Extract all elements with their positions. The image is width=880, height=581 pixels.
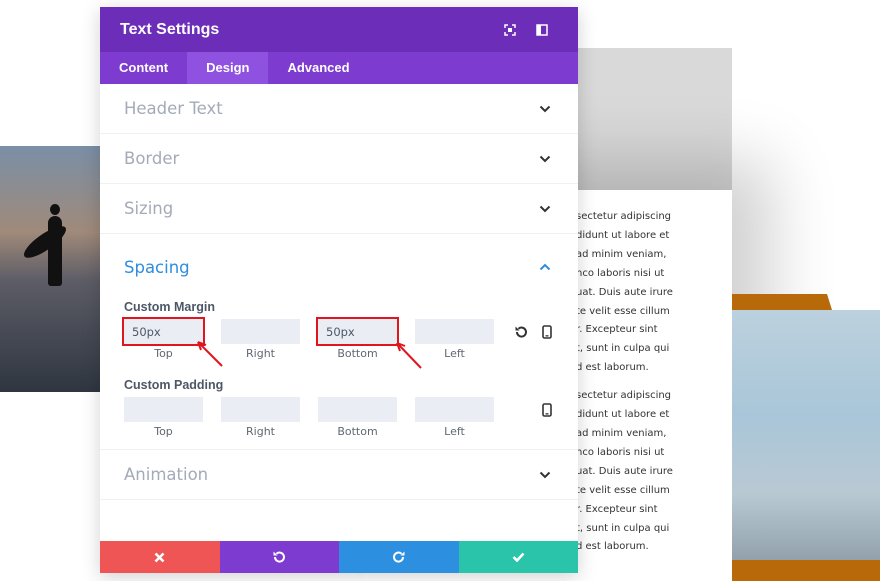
- undo-button[interactable]: [219, 541, 339, 573]
- chevron-down-icon: [536, 200, 554, 218]
- text-line: ad minim veniam,: [576, 248, 667, 260]
- padding-row-icons: [512, 397, 556, 422]
- tab-design[interactable]: Design: [187, 52, 269, 84]
- section-header-text[interactable]: Header Text: [100, 84, 578, 134]
- text-line: didunt ut labore et: [576, 229, 670, 241]
- text-line: uat. Duis aute irure: [576, 286, 673, 298]
- padding-bottom-input[interactable]: [318, 397, 397, 422]
- custom-margin-row: Top Right Bottom Left: [122, 317, 556, 360]
- text-settings-modal: Text Settings Content Design Advanced He…: [100, 7, 578, 573]
- field-label: Bottom: [337, 347, 378, 360]
- modal-title: Text Settings: [120, 20, 220, 38]
- section-title: Border: [124, 149, 180, 168]
- padding-right-input[interactable]: [221, 397, 300, 422]
- chevron-up-icon: [536, 258, 554, 276]
- field-label: Right: [246, 425, 275, 438]
- padding-top-field: Top: [124, 397, 203, 438]
- margin-right-input[interactable]: [221, 319, 300, 344]
- margin-left-field: Left: [415, 319, 494, 360]
- undo-icon: [273, 551, 286, 563]
- text-line: ad minim veniam,: [576, 427, 667, 439]
- close-icon: [154, 552, 165, 562]
- text-line: t, sunt in culpa qui: [576, 343, 670, 355]
- text-line: r. Excepteur sint: [576, 324, 658, 336]
- background-paragraph: sectetur adipiscing didunt ut labore et …: [576, 387, 726, 557]
- custom-padding-group: Custom Padding Top Right Bottom Left: [124, 378, 554, 438]
- padding-left-field: Left: [415, 397, 494, 438]
- sky-photo: [732, 310, 880, 572]
- surfboard-shape: [19, 221, 71, 263]
- margin-left-input[interactable]: [415, 319, 494, 344]
- surfer-head-shape: [50, 204, 60, 215]
- padding-right-field: Right: [221, 397, 300, 438]
- sidebar-toggle-icon[interactable]: [526, 14, 558, 46]
- section-sizing[interactable]: Sizing: [100, 184, 578, 234]
- check-icon: [512, 552, 525, 562]
- section-border[interactable]: Border: [100, 134, 578, 184]
- text-line: sectetur adipiscing: [576, 211, 672, 222]
- background-orange-strip: [732, 294, 832, 310]
- tab-advanced[interactable]: Advanced: [268, 52, 368, 84]
- text-line: r. Excepteur sint: [576, 503, 658, 515]
- expand-icon[interactable]: [494, 14, 526, 46]
- text-line: t, sunt in culpa qui: [576, 522, 670, 534]
- redo-icon: [392, 551, 405, 563]
- text-line: nco laboris nisi ut: [576, 446, 665, 458]
- field-label: Top: [154, 347, 173, 360]
- background-text-column: sectetur adipiscing didunt ut labore et …: [576, 208, 726, 566]
- margin-bottom-field: Bottom: [316, 317, 399, 360]
- mobile-icon[interactable]: [538, 323, 556, 341]
- text-line: didunt ut labore et: [576, 409, 670, 421]
- margin-top-input[interactable]: [122, 317, 205, 346]
- text-line: sectetur adipiscing: [576, 390, 672, 402]
- section-title: Animation: [124, 465, 209, 484]
- field-label: Right: [246, 347, 275, 360]
- margin-top-field: Top: [122, 317, 205, 360]
- reset-icon[interactable]: [512, 323, 530, 341]
- redo-button[interactable]: [339, 541, 459, 573]
- margin-row-icons: [512, 319, 556, 344]
- background-paragraph: sectetur adipiscing didunt ut labore et …: [576, 208, 726, 378]
- margin-right-field: Right: [221, 319, 300, 360]
- field-label: Left: [444, 347, 465, 360]
- field-label: Bottom: [337, 425, 378, 438]
- text-line: d est laborum.: [576, 541, 649, 553]
- padding-bottom-field: Bottom: [318, 397, 397, 438]
- modal-tabs: Content Design Advanced: [100, 52, 578, 84]
- padding-left-input[interactable]: [415, 397, 494, 422]
- field-label: Left: [444, 425, 465, 438]
- margin-bottom-input[interactable]: [316, 317, 399, 346]
- text-line: te velit esse cillum: [576, 305, 670, 317]
- field-label: Top: [154, 425, 173, 438]
- surfer-photo: [0, 146, 102, 392]
- mobile-icon[interactable]: [538, 401, 556, 419]
- chevron-down-icon: [536, 100, 554, 118]
- cancel-button[interactable]: [100, 541, 220, 573]
- save-button[interactable]: [458, 541, 578, 573]
- custom-padding-row: Top Right Bottom Left: [124, 397, 554, 438]
- section-title: Spacing: [124, 257, 190, 277]
- custom-padding-label: Custom Padding: [124, 378, 224, 392]
- section-title: Sizing: [124, 199, 174, 218]
- tab-content[interactable]: Content: [100, 52, 187, 84]
- text-line: nco laboris nisi ut: [576, 267, 665, 279]
- text-line: d est laborum.: [576, 362, 649, 374]
- surfer-silhouette: [48, 216, 62, 286]
- background-orange-band: [732, 560, 880, 581]
- custom-margin-label: Custom Margin: [124, 300, 215, 314]
- modal-header: Text Settings: [100, 7, 578, 52]
- text-line: uat. Duis aute irure: [576, 465, 673, 477]
- section-animation[interactable]: Animation: [100, 450, 578, 500]
- chevron-down-icon: [536, 466, 554, 484]
- modal-footer: [100, 541, 578, 573]
- spacing-header[interactable]: Spacing: [124, 234, 554, 300]
- custom-margin-group: Custom Margin Top Right Bottom: [122, 300, 556, 360]
- section-spacing: Spacing Custom Margin Top Right: [100, 234, 578, 450]
- padding-top-input[interactable]: [124, 397, 203, 422]
- chevron-down-icon: [536, 150, 554, 168]
- text-line: te velit esse cillum: [576, 484, 670, 496]
- modal-body: Header Text Border Sizing Spacing Custom…: [100, 84, 578, 541]
- section-title: Header Text: [124, 99, 223, 118]
